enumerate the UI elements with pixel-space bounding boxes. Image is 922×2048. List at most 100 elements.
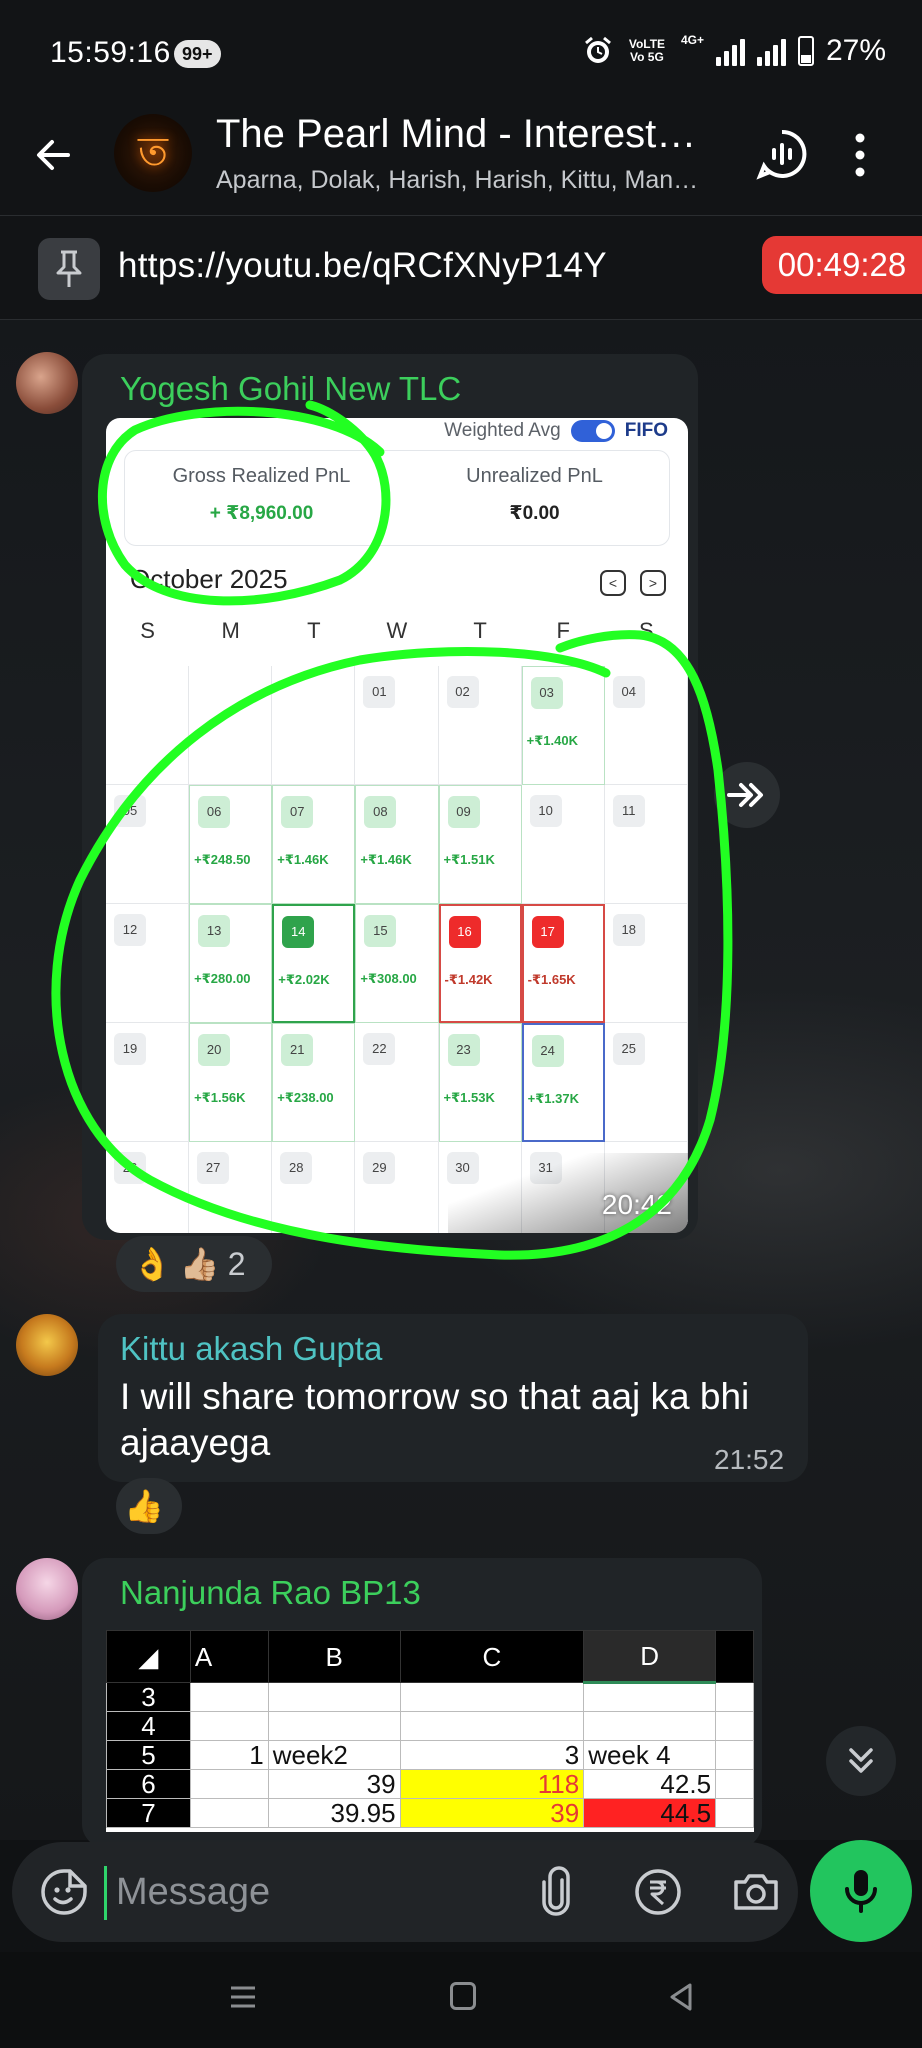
group-avatar[interactable]: ত xyxy=(114,114,192,192)
sheet-row: 3 xyxy=(106,1682,754,1712)
avatar[interactable] xyxy=(16,1314,78,1376)
status-bar: 15:59:16 99+ VoLTE Vo 5G 4G+ 27% xyxy=(0,0,922,100)
select-all-corner: ◢ xyxy=(106,1630,191,1683)
voice-chat-icon[interactable] xyxy=(756,128,808,180)
calendar-day-cell: 07 +₹1.46K xyxy=(272,785,356,904)
sheet-header-row: ◢ A B C D xyxy=(106,1630,754,1684)
sheet-cell: 39 xyxy=(399,1798,585,1828)
weekday-label: F xyxy=(556,618,570,643)
calendar-day-cell xyxy=(272,666,356,785)
day-pnl: +₹1.37K xyxy=(527,1091,579,1106)
calendar-day-cell: 05 xyxy=(106,785,190,904)
thumbs-up-reaction[interactable]: 👍 xyxy=(124,1487,164,1525)
sheet-cell: 118 xyxy=(399,1769,585,1799)
sheet-cell xyxy=(715,1682,754,1712)
notification-count-badge: 99+ xyxy=(174,40,221,68)
signal-icon xyxy=(715,36,745,66)
message-reactions[interactable]: 👌 👍🏼 2 xyxy=(116,1236,272,1292)
day-pnl: +₹308.00 xyxy=(360,971,417,986)
volte-label: VoLTE Vo 5G xyxy=(628,37,666,64)
calendar-day-cell: 14 +₹2.02K xyxy=(272,904,356,1023)
day-number: 13 xyxy=(198,915,231,947)
day-number: 27 xyxy=(197,1152,230,1184)
calendar-day-cell: 17 -₹1.65K xyxy=(521,904,605,1023)
microphone-icon xyxy=(845,1870,877,1913)
sender-name[interactable]: Nanjunda Rao BP13 xyxy=(120,1574,421,1612)
row-number: 3 xyxy=(106,1682,191,1712)
message-text: I will share tomorrow so that aaj ka bhi xyxy=(120,1376,750,1417)
chevron-right-icon: > xyxy=(640,570,666,596)
message-time: 21:52 xyxy=(714,1444,785,1475)
chat-title[interactable]: The Pearl Mind - Intereste… xyxy=(216,112,716,157)
calendar-day-cell: 01 xyxy=(355,666,439,785)
sticker-emoji-icon[interactable] xyxy=(38,1866,90,1918)
ok-hand-reaction[interactable]: 👌 xyxy=(132,1245,172,1283)
day-number: 26 xyxy=(114,1152,146,1184)
day-number: 03 xyxy=(530,677,563,709)
calendar-day-cell: 11 xyxy=(604,785,688,904)
back-arrow-icon[interactable] xyxy=(28,130,78,180)
sheet-row: 6 39 118 42.5 xyxy=(106,1769,754,1799)
thumbs-up-reaction[interactable]: 👍🏼 xyxy=(180,1245,220,1283)
camera-icon[interactable] xyxy=(730,1866,782,1918)
unrealized-pnl-value: ₹0.00 xyxy=(509,503,560,524)
more-options-icon[interactable] xyxy=(850,130,870,180)
chat-members[interactable]: Aparna, Dolak, Harish, Harish, Kittu, Ma… xyxy=(216,166,726,195)
voice-record-button[interactable] xyxy=(810,1840,912,1942)
col-header: A xyxy=(189,1630,269,1683)
sender-name[interactable]: Kittu akash Gupta xyxy=(120,1330,382,1368)
day-number: 11 xyxy=(612,795,645,827)
day-pnl: +₹1.46K xyxy=(360,852,412,867)
alarm-icon xyxy=(584,36,611,63)
avatar[interactable] xyxy=(16,352,78,414)
message-composer xyxy=(12,1842,798,1942)
reaction-count: 2 xyxy=(227,1245,246,1282)
paperclip-icon[interactable] xyxy=(530,1866,582,1918)
scroll-down-button[interactable] xyxy=(826,1726,896,1796)
day-pnl: -₹1.65K xyxy=(527,972,576,987)
calendar-day-cell: 24 +₹1.37K xyxy=(521,1023,605,1142)
avatar[interactable] xyxy=(16,1558,78,1620)
sheet-cell xyxy=(715,1711,754,1741)
calendar-day-cell: 20 +₹1.56K xyxy=(189,1023,273,1142)
col-header: C xyxy=(399,1630,585,1683)
sheet-cell: 42.5 xyxy=(583,1769,717,1799)
message-text-line2: ajaayega xyxy=(120,1422,271,1463)
pnl-calendar-screenshot[interactable]: Weighted Avg FIFO Gross Realized PnL + ₹… xyxy=(106,418,688,1233)
month-nav: < > xyxy=(600,570,666,596)
calendar-day-cell: 16 -₹1.42K xyxy=(438,904,522,1023)
unrealized-pnl-label: Unrealized PnL xyxy=(466,465,603,487)
row-number: 5 xyxy=(106,1740,191,1770)
gross-pnl: Gross Realized PnL + ₹8,960.00 xyxy=(125,465,398,525)
spreadsheet-screenshot[interactable]: ◢ A B C D 3 4 5 1 week2 3 week 4 6 39 118 42.5 7 39.… xyxy=(106,1630,754,1832)
day-number: 09 xyxy=(447,796,480,828)
unrealized-pnl: Unrealized PnL ₹0.00 xyxy=(398,465,671,525)
day-number: 04 xyxy=(612,676,645,708)
sheet-cell xyxy=(267,1682,401,1712)
message-reactions[interactable]: 👍 xyxy=(116,1478,182,1534)
forward-button[interactable] xyxy=(714,762,780,828)
calendar-day-cell: 08 +₹1.46K xyxy=(355,785,439,904)
recent-apps-icon[interactable] xyxy=(228,1982,258,2012)
sheet-row: 5 1 week2 3 week 4 xyxy=(106,1740,754,1770)
calendar-day-cell: 21 +₹238.00 xyxy=(272,1023,356,1142)
nav-back-icon[interactable] xyxy=(666,1982,696,2012)
chat-header: ত The Pearl Mind - Intereste… Aparna, Do… xyxy=(0,100,922,216)
rupee-payment-icon[interactable] xyxy=(632,1866,684,1918)
day-number: 23 xyxy=(447,1034,480,1066)
sheet-cell: 39 xyxy=(267,1769,401,1799)
toggle-label: Weighted Avg xyxy=(444,420,561,441)
day-pnl: +₹280.00 xyxy=(194,971,251,986)
live-timer-badge[interactable]: 00:49:28 xyxy=(762,236,922,294)
day-number: 02 xyxy=(446,676,479,708)
message-input[interactable] xyxy=(116,1864,416,1920)
calendar-day-cell: 12 xyxy=(106,904,190,1023)
pinned-link[interactable]: https://youtu.be/qRCfXNyP14Y xyxy=(118,246,607,286)
sender-name[interactable]: Yogesh Gohil New TLC xyxy=(120,370,461,408)
sheet-cell: 39.95 xyxy=(267,1798,401,1828)
day-number: 21 xyxy=(281,1034,314,1066)
calendar-grid: 01 02 03 +₹1.40K 04 05 06 +₹248.50 07 +₹1.46K 08 +₹… xyxy=(106,666,688,1233)
battery-percent: 27% xyxy=(825,34,886,67)
home-icon[interactable] xyxy=(450,1982,476,2010)
pin-icon[interactable] xyxy=(38,238,100,300)
